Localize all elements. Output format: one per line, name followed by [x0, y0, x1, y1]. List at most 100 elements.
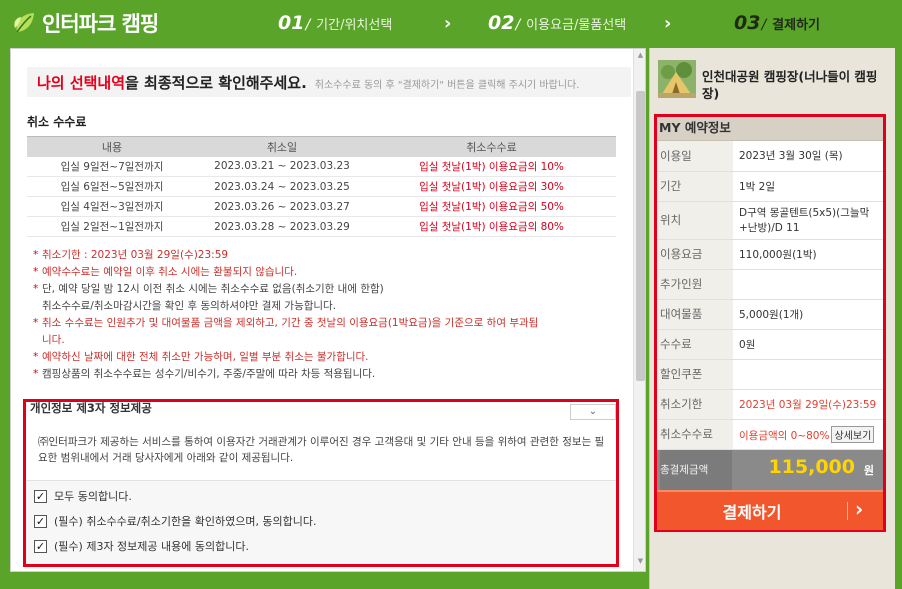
row-key: 대여물품	[657, 299, 733, 330]
row-key: 기간	[657, 171, 733, 202]
notice-hint: 취소수수료 동의 후 "결제하기" 버튼을 클릭해 주시기 바랍니다.	[314, 80, 580, 91]
row-content: 입실 6일전~5일전까지	[27, 176, 197, 197]
row-content: 입실 9일전~7일전까지	[27, 156, 197, 177]
step-2-label: 이용요금/물품선택	[526, 18, 627, 33]
step-3: 03/ 결제하기	[734, 12, 821, 34]
table-row: 입실 6일전~5일전까지 2023.03.24 ~ 2023.03.25 입실 …	[27, 176, 616, 197]
step-arrow-icon: ›	[664, 13, 672, 34]
row-date: 2023.03.28 ~ 2023.03.29	[197, 216, 367, 237]
column-header: 취소수수료	[367, 136, 616, 157]
table-row: 수수료 0원	[657, 329, 883, 360]
row-key: 할인쿠폰	[657, 359, 733, 390]
row-key: 이용일	[657, 141, 733, 172]
tent-icon	[658, 60, 696, 98]
scroll-down-icon[interactable]: ▼	[636, 557, 645, 567]
checkbox-label: (필수) 취소수수료/취소기한을 확인하였으며, 동의합니다.	[54, 515, 317, 528]
row-key: 수수료	[657, 329, 733, 360]
header: 인터파크 캠핑 01/ 기간/위치선택 › 02/ 이용요금/물품선택 › 03…	[0, 0, 902, 48]
campsite-name: 인천대공원 캠핑장(너나들이 캠핑장)	[702, 69, 878, 101]
table-row: 추가인원	[657, 269, 883, 300]
checkmark-icon[interactable]: ✓	[34, 514, 47, 528]
chevron-down-icon[interactable]: ⌄	[570, 404, 616, 420]
consent-title: 개인정보 제3자 정보제공	[30, 401, 152, 415]
row-value: 이용금액의 0~80% 상세보기	[733, 419, 883, 450]
table-row: 대여물품 5,000원(1개)	[657, 299, 883, 330]
my-reservation-box: MY 예약정보 이용일 2023년 3월 30일 (목) 기간 1박 2일 위치…	[654, 114, 886, 532]
divider	[847, 501, 848, 520]
row-fee: 입실 첫날(1박) 이용요금의 80%	[367, 216, 616, 237]
table-header-row: 내용 취소일 취소수수료	[27, 136, 616, 157]
chevron-right-icon: ›	[855, 496, 864, 521]
note-item: 니다.	[42, 334, 65, 346]
table-row: 기간 1박 2일	[657, 171, 883, 202]
note-item: 취소 수수료는 인원추가 및 대여물품 금액을 제외하고, 기간 중 첫날의 이…	[33, 315, 619, 332]
note-item: 단, 예약 당일 밤 12시 이전 취소 시에는 취소수수료 없음(취소기한 내…	[33, 281, 619, 298]
row-value: 2023년 3월 30일 (목)	[733, 141, 883, 172]
column-header: 내용	[27, 136, 197, 157]
row-value: D구역 몽골텐트(5x5)(그늘막+난방)/D 11	[733, 201, 883, 240]
step-arrow-icon: ›	[444, 13, 452, 34]
checkmark-icon[interactable]: ✓	[34, 539, 47, 553]
row-content: 입실 4일전~3일전까지	[27, 196, 197, 217]
row-key: 위치	[657, 201, 733, 240]
consent-description: ㈜인터파크가 제공하는 서비스를 통하여 이용자간 거래관계가 이루어진 경우 …	[38, 436, 605, 464]
total-amount-row: 총결제금액 115,000 원	[657, 449, 883, 490]
step-1-label: 기간/위치선택	[316, 18, 393, 33]
note-item: 취소기한 : 2023년 03월 29일(수)23:59	[33, 247, 619, 264]
row-fee: 입실 첫날(1박) 이용요금의 50%	[367, 196, 616, 217]
step-2: 02/ 이용요금/물품선택	[488, 12, 627, 34]
agree-cancel-fee-checkbox[interactable]: ✓ (필수) 취소수수료/취소기한을 확인하였으며, 동의합니다.	[34, 513, 317, 529]
scroll-thumb[interactable]	[636, 91, 645, 381]
cancel-fee-title: 취소 수수료	[27, 115, 87, 129]
table-row: 취소기한 2023년 03월 29일(수)23:59	[657, 389, 883, 420]
row-value: 5,000원(1개)	[733, 299, 883, 330]
step-3-number: 03	[734, 12, 761, 34]
agree-third-party-checkbox[interactable]: ✓ (필수) 제3자 정보제공 내용에 동의합니다.	[34, 538, 249, 554]
row-value	[733, 359, 883, 390]
pay-button-label: 결제하기	[722, 502, 782, 522]
leaf-logo-icon	[14, 13, 34, 33]
row-date: 2023.03.24 ~ 2023.03.25	[197, 176, 367, 197]
consent-box: 개인정보 제3자 정보제공 ⌄ ㈜인터파크가 제공하는 서비스를 통하여 이용자…	[23, 399, 619, 567]
row-date: 2023.03.21 ~ 2023.03.23	[197, 156, 367, 177]
agree-all-checkbox[interactable]: ✓ 모두 동의합니다.	[34, 488, 132, 504]
total-label: 총결제금액	[660, 449, 732, 490]
checkbox-label: 모두 동의합니다.	[54, 490, 132, 503]
row-value: 2023년 03월 29일(수)23:59	[733, 389, 883, 420]
row-key: 이용요금	[657, 239, 733, 270]
checkbox-label: (필수) 제3자 정보제공 내용에 동의합니다.	[54, 540, 249, 553]
confirm-notice: 나의 선택내역 을 최종적으로 확인해주세요. 취소수수료 동의 후 "결제하기…	[27, 67, 631, 97]
row-value: 110,000원(1박)	[733, 239, 883, 270]
row-fee: 입실 첫날(1박) 이용요금의 10%	[367, 156, 616, 177]
cancel-fee-table: 내용 취소일 취소수수료 입실 9일전~7일전까지 2023.03.21 ~ 2…	[27, 136, 616, 237]
main-panel: 나의 선택내역 을 최종적으로 확인해주세요. 취소수수료 동의 후 "결제하기…	[10, 48, 646, 572]
step-2-number: 02	[488, 12, 515, 34]
campsite-header: 인천대공원 캠핑장(너나들이 캠핑장)	[658, 60, 888, 108]
row-content: 입실 2일전~1일전까지	[27, 216, 197, 237]
row-key: 취소수수료	[657, 419, 733, 450]
note-item: 예약수수료는 예약일 이후 취소 시에는 환불되지 않습니다.	[33, 264, 619, 281]
cancel-notes: 취소기한 : 2023년 03월 29일(수)23:59 예약수수료는 예약일 …	[33, 247, 619, 383]
row-fee: 입실 첫날(1박) 이용요금의 30%	[367, 176, 616, 197]
scrollbar[interactable]: ▲ ▼	[633, 49, 645, 571]
pay-button[interactable]: 결제하기 ›	[657, 489, 883, 530]
logo[interactable]: 인터파크 캠핑	[12, 8, 159, 38]
table-row: 취소수수료 이용금액의 0~80% 상세보기	[657, 419, 883, 450]
cancel-fee-range: 이용금액의 0~80%	[739, 429, 830, 442]
reservation-sidebar: 인천대공원 캠핑장(너나들이 캠핑장) MY 예약정보 이용일 2023년 3월…	[649, 48, 895, 589]
step-1: 01/ 기간/위치선택	[278, 12, 393, 34]
consent-header: 개인정보 제3자 정보제공 ⌄	[26, 401, 616, 424]
table-row: 이용요금 110,000원(1박)	[657, 239, 883, 270]
checkmark-icon[interactable]: ✓	[34, 489, 47, 503]
step-3-label: 결제하기	[772, 18, 821, 33]
total-unit: 원	[863, 463, 874, 477]
note-item: 취소수수료/취소마감시간을 확인 후 동의하셔야만 결제 가능합니다.	[42, 300, 337, 312]
reservation-table: 이용일 2023년 3월 30일 (목) 기간 1박 2일 위치 D구역 몽골텐…	[657, 141, 883, 450]
scroll-up-icon[interactable]: ▲	[636, 51, 645, 61]
column-header: 취소일	[197, 136, 367, 157]
consent-checklist: ✓ 모두 동의합니다. ✓ (필수) 취소수수료/취소기한을 확인하였으며, 동…	[26, 481, 616, 564]
row-date: 2023.03.26 ~ 2023.03.27	[197, 196, 367, 217]
detail-view-button[interactable]: 상세보기	[831, 425, 875, 443]
row-value: 0원	[733, 329, 883, 360]
row-key: 추가인원	[657, 269, 733, 300]
